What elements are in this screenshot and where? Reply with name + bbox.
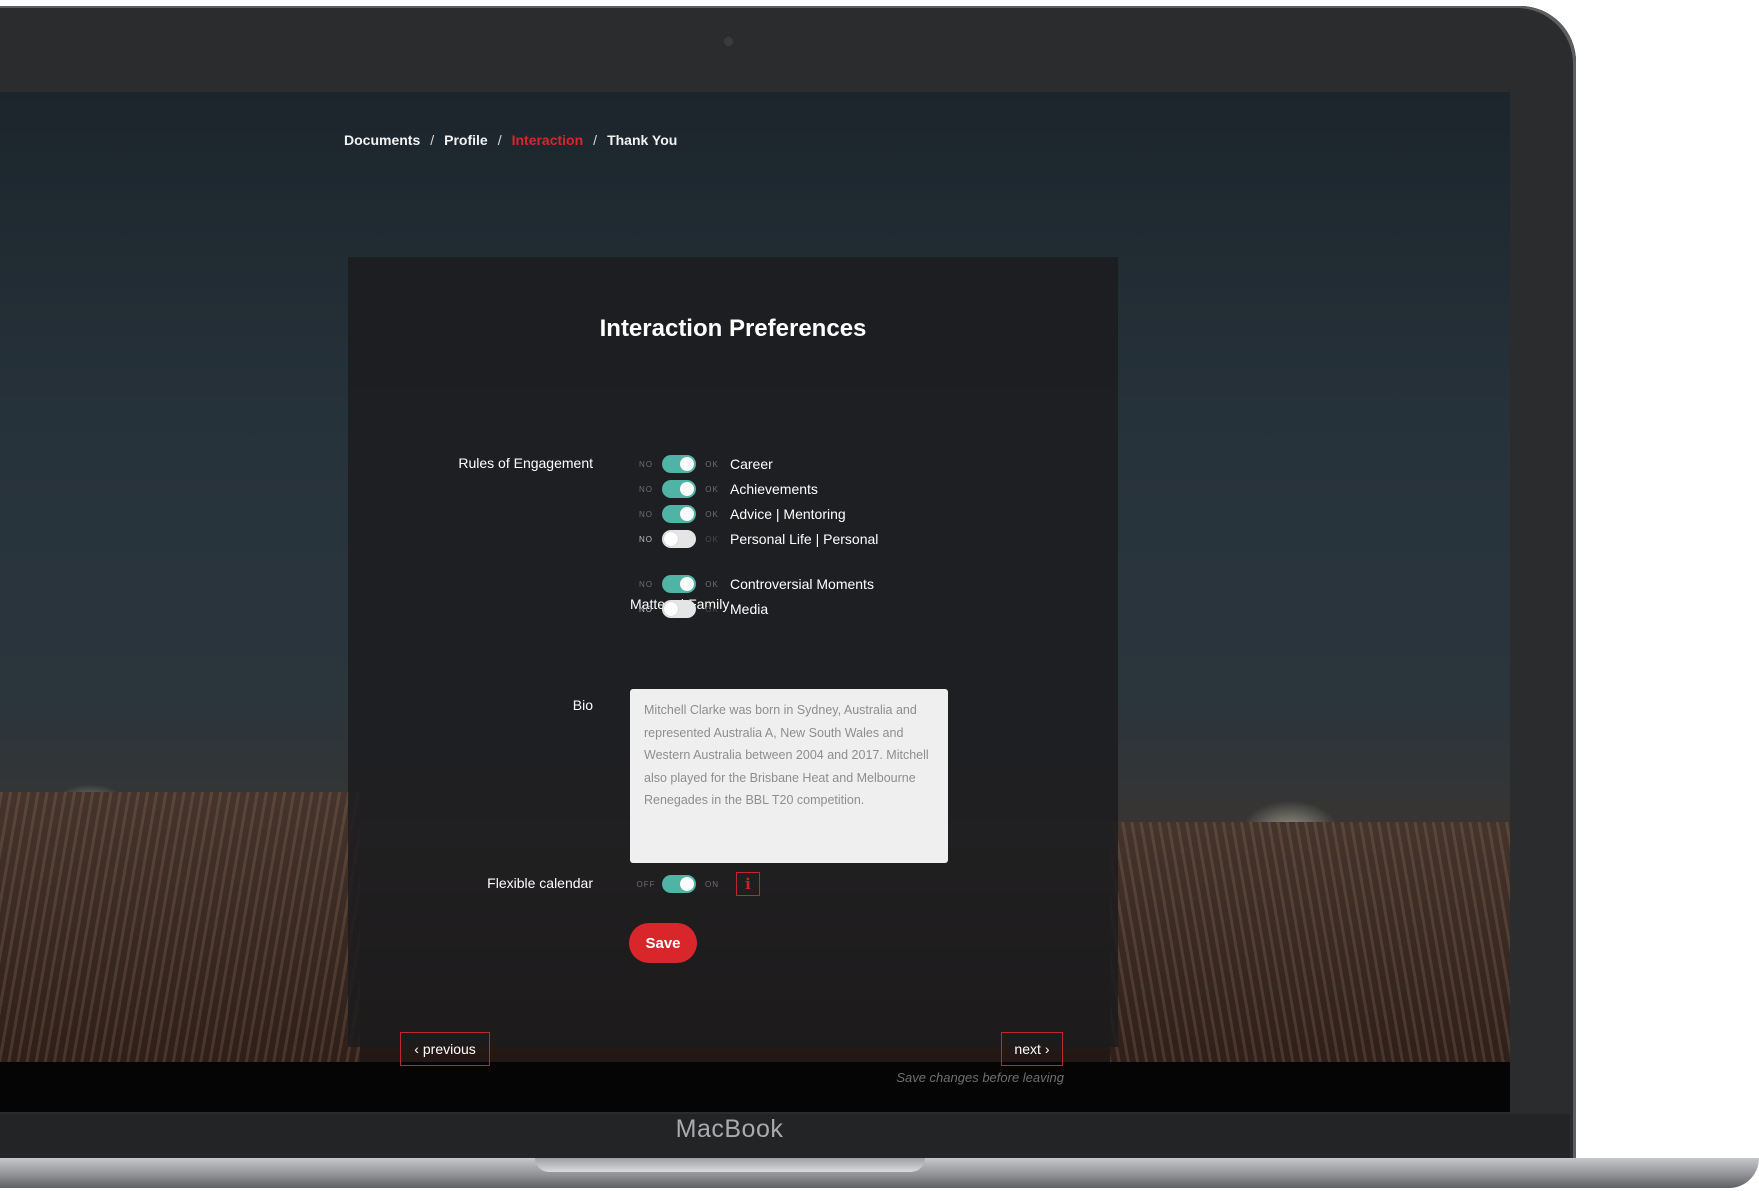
- toggle-off-text: NO: [639, 459, 653, 469]
- bio-label: Bio: [572, 697, 593, 713]
- toggle-off-text: NO: [639, 534, 653, 544]
- screen-bottom-bar: [0, 1062, 1510, 1112]
- toggle-knob: [680, 877, 694, 891]
- page-title: Interaction Preferences: [599, 315, 867, 342]
- rule-label: Advice | Mentoring: [730, 506, 846, 522]
- toggle-knob: [664, 602, 678, 616]
- breadcrumb-thank-you[interactable]: Thank You: [607, 132, 677, 148]
- toggle-on-text: OK: [705, 509, 719, 519]
- breadcrumb-profile[interactable]: Profile: [444, 132, 488, 148]
- toggle-knob: [680, 577, 694, 591]
- info-icon[interactable]: i: [736, 872, 760, 896]
- media-toggle[interactable]: [662, 600, 696, 618]
- flexible-calendar-row: OFF ON: [634, 874, 724, 894]
- toggle-off-text: OFF: [636, 879, 656, 889]
- save-button[interactable]: Save: [629, 923, 697, 963]
- rule-row-personal-life: NO OK Personal Life | Personal: [634, 529, 878, 549]
- breadcrumb-separator: /: [497, 132, 502, 148]
- toggle-knob: [664, 532, 678, 546]
- toggle-knob: [680, 507, 694, 521]
- personal-life-toggle[interactable]: [662, 530, 696, 548]
- toggle-on-text: OK: [705, 534, 719, 544]
- chevron-left-icon: ‹: [414, 1041, 419, 1057]
- previous-button[interactable]: ‹ previous: [400, 1032, 490, 1066]
- previous-label: previous: [422, 1041, 476, 1057]
- toggle-off-text: NO: [639, 604, 653, 614]
- breadcrumb-interaction[interactable]: Interaction: [512, 132, 584, 148]
- next-button[interactable]: next ›: [1001, 1032, 1063, 1066]
- toggle-on-text: OK: [705, 484, 719, 494]
- rule-row-achievements: NO OK Achievements: [634, 479, 818, 499]
- advice-mentoring-toggle[interactable]: [662, 505, 696, 523]
- toggle-off-text: NO: [639, 509, 653, 519]
- breadcrumb-separator: /: [430, 132, 435, 148]
- interaction-form-panel: Interaction Preferences Rules of Engagem…: [348, 257, 1118, 1085]
- toggle-knob: [680, 482, 694, 496]
- chevron-right-icon: ›: [1044, 1041, 1050, 1057]
- rule-label: Career: [730, 456, 773, 472]
- toggle-on-text: OK: [705, 579, 719, 589]
- rule-label: Achievements: [730, 481, 818, 497]
- screen: Documents / Profile / Interaction / Than…: [0, 92, 1510, 1112]
- next-label: next: [1014, 1041, 1041, 1057]
- rule-row-advice-mentoring: NO OK Advice | Mentoring: [634, 504, 846, 524]
- rule-label: Personal Life | Personal: [730, 531, 879, 547]
- rule-label: Controversial Moments: [730, 576, 874, 592]
- bio-textarea[interactable]: Mitchell Clarke was born in Sydney, Aust…: [630, 689, 948, 863]
- rule-row-career: NO OK Career: [634, 454, 773, 474]
- flexible-calendar-toggle[interactable]: [662, 875, 696, 893]
- breadcrumb-separator: /: [593, 132, 598, 148]
- rule-row-controversial-moments: NO OK Controversial Moments: [634, 574, 874, 594]
- achievements-toggle[interactable]: [662, 480, 696, 498]
- rules-of-engagement-label: Rules of Engagement: [458, 455, 593, 471]
- toggle-on-text: OK: [705, 459, 719, 469]
- rule-row-media: NO OK Media: [634, 599, 768, 619]
- camera-icon: [722, 35, 735, 48]
- flexible-calendar-label: Flexible calendar: [487, 875, 593, 891]
- career-toggle[interactable]: [662, 455, 696, 473]
- toggle-off-text: NO: [639, 484, 653, 494]
- laptop-brand-label: MacBook: [675, 1115, 784, 1143]
- controversial-moments-toggle[interactable]: [662, 575, 696, 593]
- breadcrumb: Documents / Profile / Interaction / Than…: [344, 132, 677, 148]
- breadcrumb-documents[interactable]: Documents: [344, 132, 420, 148]
- save-hint: Save changes before leaving: [896, 1070, 1064, 1085]
- toggle-off-text: NO: [639, 579, 653, 589]
- rule-label: Media: [730, 601, 769, 617]
- toggle-on-text: ON: [705, 879, 719, 889]
- toggle-on-text: OK: [705, 604, 719, 614]
- toggle-knob: [680, 457, 694, 471]
- laptop-base-notch: [535, 1158, 925, 1172]
